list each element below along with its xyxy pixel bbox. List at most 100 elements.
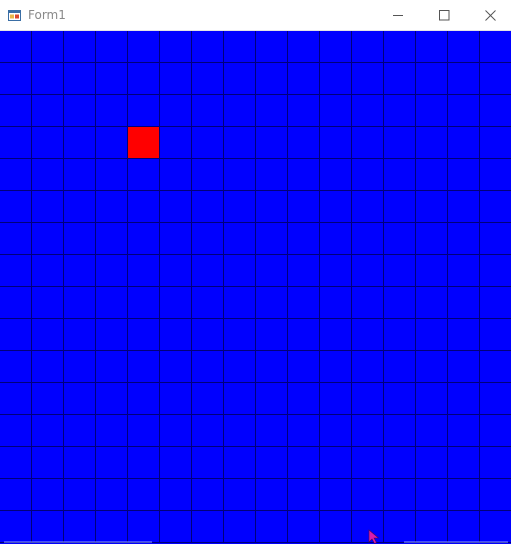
grid-cell[interactable] [0, 350, 32, 383]
grid-cell[interactable] [31, 446, 64, 479]
grid-cell[interactable] [255, 510, 288, 543]
grid-cell[interactable] [63, 318, 96, 351]
grid-cell[interactable] [447, 222, 480, 255]
grid-cell[interactable] [127, 382, 160, 415]
grid-cell[interactable] [31, 31, 64, 63]
grid-cell[interactable] [31, 414, 64, 447]
grid-cell[interactable] [159, 318, 192, 351]
grid-cell[interactable] [127, 31, 160, 63]
grid-cell[interactable] [223, 350, 256, 383]
minimize-button[interactable] [375, 0, 421, 30]
grid-cell[interactable] [95, 254, 128, 287]
grid-cell[interactable] [319, 382, 352, 415]
grid-cell[interactable] [31, 478, 64, 511]
grid-cell[interactable] [287, 158, 320, 191]
grid-cell[interactable] [31, 126, 64, 159]
grid-cell[interactable] [479, 190, 511, 223]
grid-cell[interactable] [191, 478, 224, 511]
grid-cell[interactable] [0, 190, 32, 223]
grid-cell[interactable] [447, 478, 480, 511]
form-client-area[interactable] [0, 31, 511, 544]
grid-cell[interactable] [63, 510, 96, 543]
grid-cell[interactable] [223, 414, 256, 447]
grid-cell[interactable] [95, 126, 128, 159]
grid-cell[interactable] [0, 382, 32, 415]
grid-cell[interactable] [415, 510, 448, 543]
grid-cell[interactable] [159, 254, 192, 287]
grid-cell[interactable] [447, 31, 480, 63]
grid-cell[interactable] [255, 31, 288, 63]
grid-cell[interactable] [351, 446, 384, 479]
grid-cell[interactable] [287, 31, 320, 63]
grid-cell[interactable] [415, 446, 448, 479]
grid-cell[interactable] [319, 222, 352, 255]
grid-cell[interactable] [223, 126, 256, 159]
grid-cell[interactable] [319, 126, 352, 159]
grid-cell[interactable] [0, 31, 32, 63]
grid-cell[interactable] [31, 254, 64, 287]
grid-cell[interactable] [415, 286, 448, 319]
grid-cell[interactable] [447, 446, 480, 479]
grid-cell[interactable] [447, 158, 480, 191]
grid-cell[interactable] [63, 254, 96, 287]
grid-cell[interactable] [351, 94, 384, 127]
grid-cell[interactable] [31, 318, 64, 351]
grid-cell[interactable] [255, 382, 288, 415]
grid-cell[interactable] [415, 62, 448, 95]
grid-cell[interactable] [63, 414, 96, 447]
grid-cell[interactable] [31, 286, 64, 319]
grid-cell[interactable] [319, 478, 352, 511]
grid-cell[interactable] [255, 158, 288, 191]
grid-cell[interactable] [287, 222, 320, 255]
grid-cell[interactable] [223, 478, 256, 511]
grid-cell[interactable] [159, 350, 192, 383]
grid-cell[interactable] [0, 126, 32, 159]
grid-cell[interactable] [383, 31, 416, 63]
grid-cell[interactable] [127, 446, 160, 479]
grid-cell[interactable] [319, 62, 352, 95]
grid-cell[interactable] [319, 446, 352, 479]
grid-cell[interactable] [159, 414, 192, 447]
grid-cell[interactable] [31, 190, 64, 223]
grid-cell[interactable] [319, 254, 352, 287]
grid-cell[interactable] [383, 62, 416, 95]
grid-cell[interactable] [415, 190, 448, 223]
grid-cell[interactable] [95, 286, 128, 319]
grid-cell[interactable] [479, 286, 511, 319]
grid-cell[interactable] [479, 446, 511, 479]
grid-cell[interactable] [127, 350, 160, 383]
grid-cell[interactable] [127, 222, 160, 255]
grid-cell[interactable] [95, 62, 128, 95]
grid-cell[interactable] [479, 254, 511, 287]
grid-cell[interactable] [95, 510, 128, 543]
grid-cell[interactable] [255, 126, 288, 159]
grid-cell[interactable] [383, 126, 416, 159]
grid-cell[interactable] [0, 478, 32, 511]
grid-cell[interactable] [63, 158, 96, 191]
grid-cell[interactable] [127, 62, 160, 95]
grid-cell[interactable] [63, 126, 96, 159]
grid-cell[interactable] [287, 350, 320, 383]
maximize-button[interactable] [421, 0, 467, 30]
highlighted-cell[interactable] [127, 126, 160, 159]
grid-cell[interactable] [159, 286, 192, 319]
grid-cell[interactable] [63, 350, 96, 383]
grid-cell[interactable] [0, 414, 32, 447]
grid-cell[interactable] [447, 382, 480, 415]
grid-cell[interactable] [287, 254, 320, 287]
grid-cell[interactable] [159, 62, 192, 95]
grid-cell[interactable] [447, 94, 480, 127]
grid-cell[interactable] [0, 286, 32, 319]
grid-cell[interactable] [0, 158, 32, 191]
grid-cell[interactable] [351, 318, 384, 351]
grid-cell[interactable] [0, 318, 32, 351]
grid-cell[interactable] [415, 350, 448, 383]
grid-cell[interactable] [31, 382, 64, 415]
grid-cell[interactable] [479, 31, 511, 63]
grid-cell[interactable] [415, 158, 448, 191]
grid-cell[interactable] [159, 126, 192, 159]
grid-cell[interactable] [351, 286, 384, 319]
grid-cell[interactable] [255, 222, 288, 255]
grid-cell[interactable] [479, 62, 511, 95]
grid-cell[interactable] [191, 414, 224, 447]
